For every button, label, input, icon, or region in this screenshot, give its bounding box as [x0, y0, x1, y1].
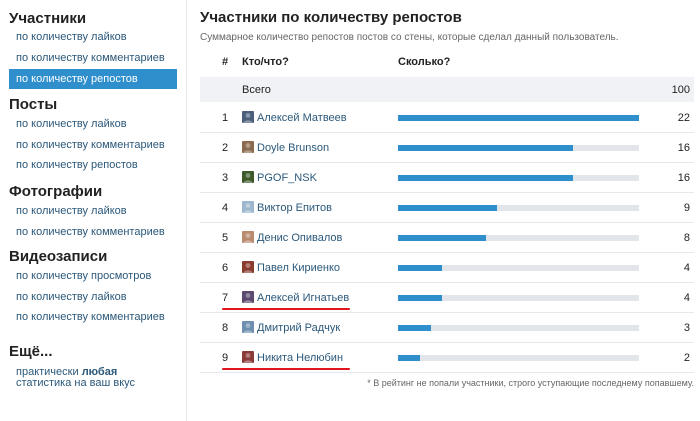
repost-count: 3: [683, 322, 690, 334]
more-line-2[interactable]: статистика на ваш вкус: [16, 377, 135, 389]
count-bar-track: [398, 145, 639, 151]
red-underline-annotation: [222, 368, 350, 370]
avatar-icon[interactable]: [242, 171, 254, 183]
page-subtitle: Суммарное количество репостов постов со …: [200, 32, 619, 43]
avatar-icon[interactable]: [242, 321, 254, 333]
ranking-row: 2 Doyle Brunson 16: [200, 133, 694, 163]
count-bar-track: [398, 355, 639, 361]
user-name-link[interactable]: Алексей Игнатьев: [257, 292, 349, 304]
user-name-link[interactable]: Денис Опивалов: [257, 232, 342, 244]
repost-count: 9: [683, 202, 690, 214]
count-bar-fill: [398, 355, 420, 361]
total-label: Всего: [242, 84, 271, 96]
repost-count: 22: [677, 112, 690, 124]
count-bar-track: [398, 295, 639, 301]
nav-link-videos-0[interactable]: по количеству просмотров: [16, 270, 151, 282]
repost-count: 16: [677, 172, 690, 184]
nav-link-posts-0[interactable]: по количеству лайков: [16, 118, 127, 130]
nav-link-videos-2[interactable]: по количеству комментариев: [16, 311, 165, 323]
count-bar-fill: [398, 205, 497, 211]
column-header-who: Кто/что?: [242, 56, 289, 68]
rank-number: 1: [222, 112, 229, 124]
user-name-link[interactable]: Дмитрий Радчук: [257, 322, 340, 334]
avatar-icon[interactable]: [242, 231, 254, 243]
count-bar-fill: [398, 115, 639, 121]
count-bar-fill: [398, 235, 486, 241]
nav-link-photos-0[interactable]: по количеству лайков: [16, 205, 127, 217]
total-value: 100: [671, 84, 690, 96]
section-title-more: Ещё...: [9, 343, 53, 360]
count-bar-fill: [398, 175, 573, 181]
user-name-link[interactable]: PGOF_NSK: [257, 172, 317, 184]
nav-link-members-0[interactable]: по количеству лайков: [16, 31, 127, 43]
ranking-row: 1 Алексей Матвеев 22: [200, 103, 694, 133]
count-bar-fill: [398, 145, 573, 151]
user-name-link[interactable]: Виктор Епитов: [257, 202, 332, 214]
count-bar-track: [398, 235, 639, 241]
divider: [186, 0, 187, 421]
nav-link-members-1[interactable]: по количеству комментариев: [16, 52, 165, 64]
rank-number: 9: [222, 352, 229, 364]
avatar-icon[interactable]: [242, 261, 254, 273]
ranking-row: 5 Денис Опивалов 8: [200, 223, 694, 253]
avatar-icon[interactable]: [242, 111, 254, 123]
repost-count: 4: [683, 262, 690, 274]
repost-count: 2: [683, 352, 690, 364]
section-title-posts: Посты: [9, 96, 58, 113]
count-bar-fill: [398, 295, 442, 301]
ranking-row: 7 Алексей Игнатьев 4: [200, 283, 694, 313]
ranking-row: 8 Дмитрий Радчук 3: [200, 313, 694, 343]
count-bar-track: [398, 205, 639, 211]
rank-number: 5: [222, 232, 229, 244]
column-header-rank: #: [222, 56, 229, 68]
rank-number: 2: [222, 142, 229, 154]
red-underline-annotation: [222, 308, 350, 310]
ranking-row: 4 Виктор Епитов 9: [200, 193, 694, 223]
count-bar-track: [398, 115, 639, 121]
rank-number: 8: [222, 322, 229, 334]
count-bar-fill: [398, 265, 442, 271]
section-title-members: Участники: [9, 10, 87, 27]
total-row: Всего 100: [200, 77, 694, 102]
rank-number: 7: [222, 292, 229, 304]
nav-link-posts-2[interactable]: по количеству репостов: [16, 159, 138, 171]
count-bar-fill: [398, 325, 431, 331]
section-title-photos: Фотографии: [9, 183, 103, 200]
footnote: * В рейтинг не попали участники, строго …: [367, 378, 694, 388]
user-name-link[interactable]: Алексей Матвеев: [257, 112, 347, 124]
nav-link-videos-1[interactable]: по количеству лайков: [16, 291, 127, 303]
user-name-link[interactable]: Павел Кириенко: [257, 262, 340, 274]
count-bar-track: [398, 325, 639, 331]
repost-count: 4: [683, 292, 690, 304]
nav-link-posts-1[interactable]: по количеству комментариев: [16, 139, 165, 151]
column-header-count: Сколько?: [398, 56, 451, 68]
page-title: Участники по количеству репостов: [200, 9, 462, 26]
ranking-row: 9 Никита Нелюбин 2: [200, 343, 694, 373]
count-bar-track: [398, 175, 639, 181]
ranking-row: 6 Павел Кириенко 4: [200, 253, 694, 283]
nav-link-members-2-active[interactable]: по количеству репостов: [9, 69, 177, 89]
user-name-link[interactable]: Doyle Brunson: [257, 142, 329, 154]
avatar-icon[interactable]: [242, 291, 254, 303]
count-bar-track: [398, 265, 639, 271]
section-title-videos: Видеозаписи: [9, 248, 108, 265]
sidebar: Участники по количеству лайков по количест…: [0, 0, 186, 421]
rank-number: 3: [222, 172, 229, 184]
repost-count: 16: [677, 142, 690, 154]
main-panel: Участники по количеству репостов Суммарн…: [200, 0, 700, 421]
avatar-icon[interactable]: [242, 201, 254, 213]
user-name-link[interactable]: Никита Нелюбин: [257, 352, 343, 364]
avatar-icon[interactable]: [242, 351, 254, 363]
repost-count: 8: [683, 232, 690, 244]
ranking-row: 3 PGOF_NSK 16: [200, 163, 694, 193]
rank-number: 6: [222, 262, 229, 274]
rank-number: 4: [222, 202, 229, 214]
nav-link-photos-1[interactable]: по количеству комментариев: [16, 226, 165, 238]
avatar-icon[interactable]: [242, 141, 254, 153]
